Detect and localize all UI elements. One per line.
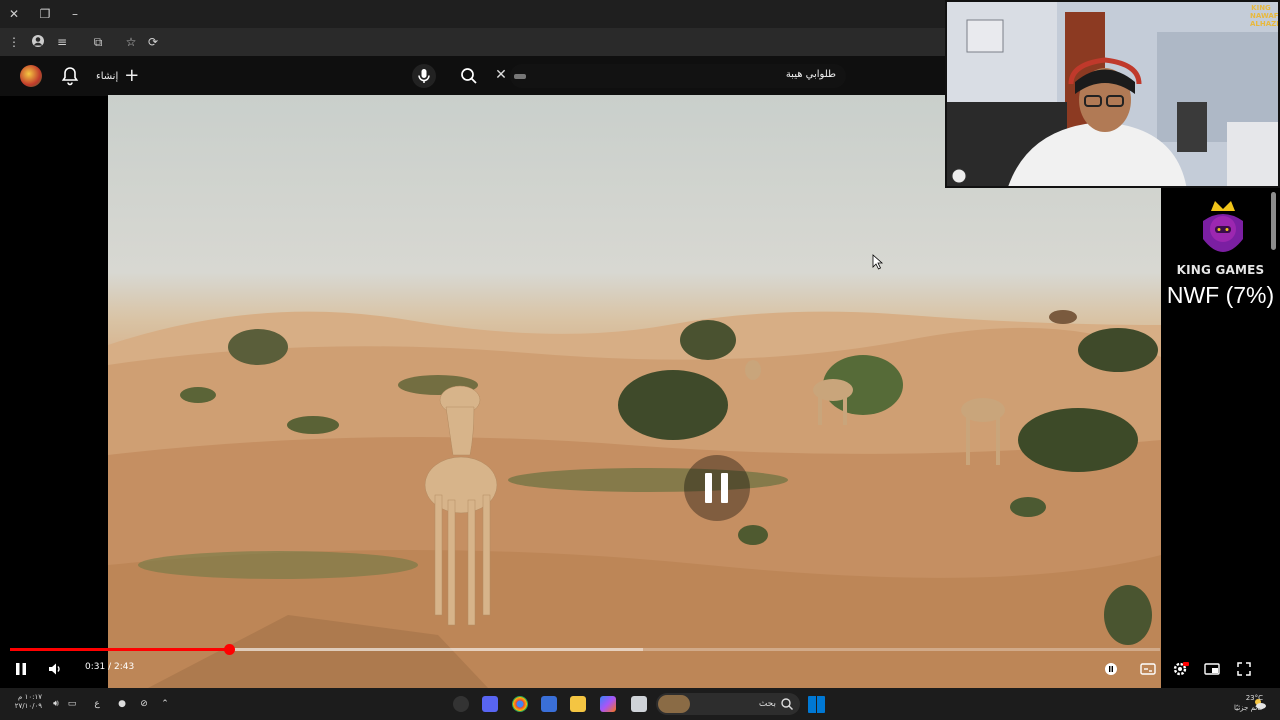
speaker-icon[interactable]: 🔊︎: [49, 697, 63, 711]
profile-icon[interactable]: [30, 34, 46, 50]
show-hidden-icons[interactable]: ⌃: [158, 697, 172, 711]
start-windows-icon[interactable]: [808, 696, 825, 713]
notepad-icon[interactable]: [631, 696, 647, 712]
restore-window-icon[interactable]: ❐: [37, 6, 53, 22]
progress-bar[interactable]: [10, 648, 1160, 651]
plus-icon: +: [124, 65, 140, 86]
pause-button[interactable]: [13, 660, 29, 678]
miniplayer-icon[interactable]: [1203, 660, 1221, 678]
discord-icon[interactable]: [482, 696, 498, 712]
file-explorer-icon[interactable]: [570, 696, 586, 712]
search-icon[interactable]: [458, 65, 480, 87]
brand-name: KING GAMES: [1176, 263, 1265, 277]
king-games-logo: [1197, 199, 1249, 263]
close-window-icon[interactable]: ✕: [6, 6, 22, 22]
reading-list-icon[interactable]: ≡: [54, 34, 70, 50]
microphone-tray-icon[interactable]: ●: [115, 697, 129, 711]
chrome-icon[interactable]: [512, 696, 528, 712]
clock-time: ١٠:١٧ م: [18, 693, 42, 701]
page-scrollbar[interactable]: [1271, 192, 1276, 250]
create-label: إنشاء: [96, 70, 119, 82]
mouse-cursor-icon: [872, 254, 884, 270]
time-display: 0:31 / 2:43: [85, 662, 135, 672]
autoplay-toggle-icon[interactable]: [1103, 660, 1119, 678]
clear-search-icon[interactable]: ✕: [493, 67, 509, 83]
browser-titlebar: ✕ ❐ –: [0, 0, 945, 28]
create-button[interactable]: إنشاء +: [96, 65, 139, 87]
copilot-app-icon[interactable]: [600, 696, 616, 712]
search-highlight-image: [658, 695, 690, 713]
fullscreen-icon[interactable]: [1235, 660, 1253, 678]
taskbar-search-label: بحث: [758, 699, 776, 709]
played-bar: [10, 648, 229, 651]
windows-taskbar: [0, 688, 1280, 720]
notifications-bell-icon[interactable]: [60, 65, 80, 87]
taskbar-search-icon: [781, 698, 793, 710]
streamer-camera-feed: [947, 2, 1278, 186]
pause-overlay-icon[interactable]: [684, 455, 750, 521]
extensions-icon[interactable]: ⧉: [90, 34, 106, 50]
browser-toolbar: ⋮ ≡ ⧉ ☆ ⟳: [0, 28, 945, 56]
avatar[interactable]: [20, 65, 42, 87]
menu-kebab-icon[interactable]: ⋮: [6, 34, 22, 50]
voice-search-mic-icon[interactable]: [412, 64, 436, 88]
volume-icon[interactable]: [46, 660, 64, 678]
minimize-window-icon[interactable]: –: [67, 6, 83, 22]
language-indicator[interactable]: ع: [90, 697, 104, 711]
scrubber-handle[interactable]: [223, 644, 235, 655]
screen: ✕ ❐ – ⋮ ≡ ⧉ ☆ ⟳ إنشاء + ✕ طلوابي هيبة KI…: [0, 0, 1280, 720]
network-icon[interactable]: ▭: [65, 697, 79, 711]
webcam-overlay: KING NAWAF ALHAZMI: [945, 0, 1280, 188]
nwf-counter: NWF (7%): [1166, 282, 1275, 308]
muted-icon[interactable]: ⊘: [137, 697, 151, 711]
subtitles-icon[interactable]: [1139, 660, 1157, 678]
reload-icon[interactable]: ⟳: [145, 34, 161, 50]
taskbar-search-box[interactable]: [656, 693, 800, 715]
taskbar-clock[interactable]: ١٠:١٧ م ٢٧/١٠/٠٩: [8, 693, 42, 711]
store-icon[interactable]: [541, 696, 557, 712]
search-query-text: طلوابي هيبة: [785, 69, 836, 80]
channel-watermark: KING NAWAF ALHAZMI: [1250, 4, 1279, 28]
clock-date: ٢٧/١٠/٠٩: [14, 702, 42, 710]
weather-cloud-icon: [1252, 696, 1268, 712]
keyboard-icon[interactable]: [514, 74, 526, 79]
copilot-icon[interactable]: [453, 696, 469, 712]
bookmark-star-icon[interactable]: ☆: [123, 34, 139, 50]
settings-gear-icon[interactable]: [1171, 660, 1189, 678]
